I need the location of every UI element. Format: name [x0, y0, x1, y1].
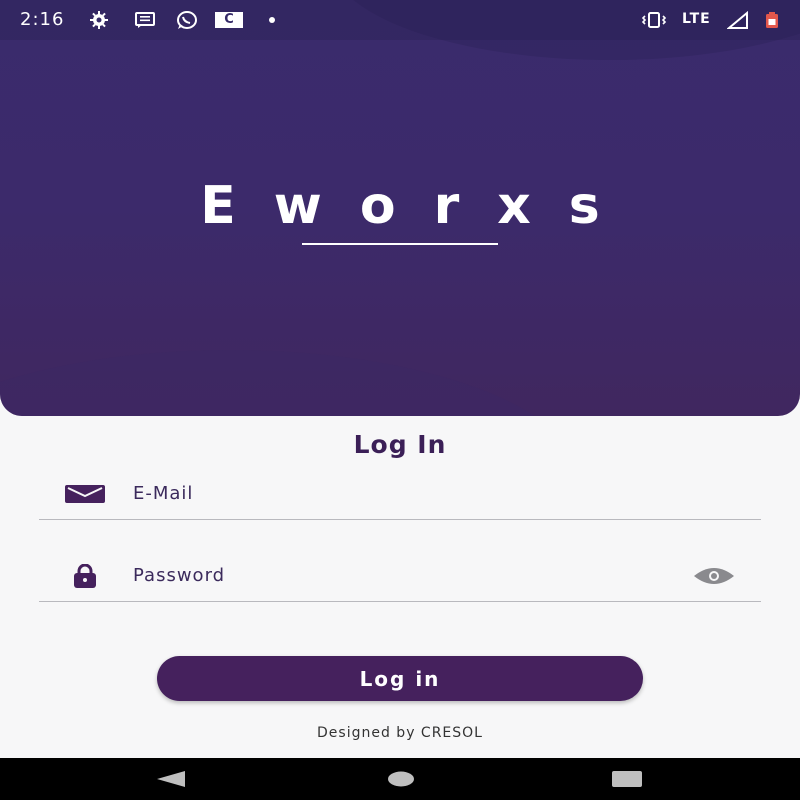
app-logo: Eworxs: [200, 176, 638, 236]
message-icon: [134, 10, 156, 30]
navigation-bar: [0, 758, 800, 800]
login-button[interactable]: Log in: [157, 656, 643, 701]
signal-icon: [726, 10, 750, 30]
network-type: LTE: [682, 11, 711, 27]
status-time: 2:16: [20, 9, 65, 30]
whatsapp-icon: [174, 10, 198, 30]
status-bar: 2:16 C LTE: [0, 0, 800, 40]
recents-icon[interactable]: [612, 767, 642, 791]
lock-icon: [65, 564, 105, 588]
mail-icon: [65, 482, 105, 506]
c-app-label: C: [215, 12, 243, 28]
email-field[interactable]: [39, 470, 761, 520]
footer-credit: Designed by CRESOL: [317, 725, 483, 741]
logo-underline: [302, 243, 498, 245]
back-icon[interactable]: [156, 767, 186, 791]
password-field[interactable]: [39, 552, 761, 602]
c-app-icon: C: [214, 10, 244, 30]
vibrate-icon: [640, 10, 668, 30]
email-input[interactable]: [133, 478, 653, 508]
page-title: Log In: [353, 430, 447, 459]
battery-icon: [762, 10, 782, 30]
password-input[interactable]: [133, 560, 653, 590]
decorative-shape: [0, 350, 580, 416]
eye-icon[interactable]: [691, 564, 737, 588]
home-icon[interactable]: [386, 767, 416, 791]
dot-icon: [266, 10, 278, 30]
settings-icon: [88, 10, 110, 30]
